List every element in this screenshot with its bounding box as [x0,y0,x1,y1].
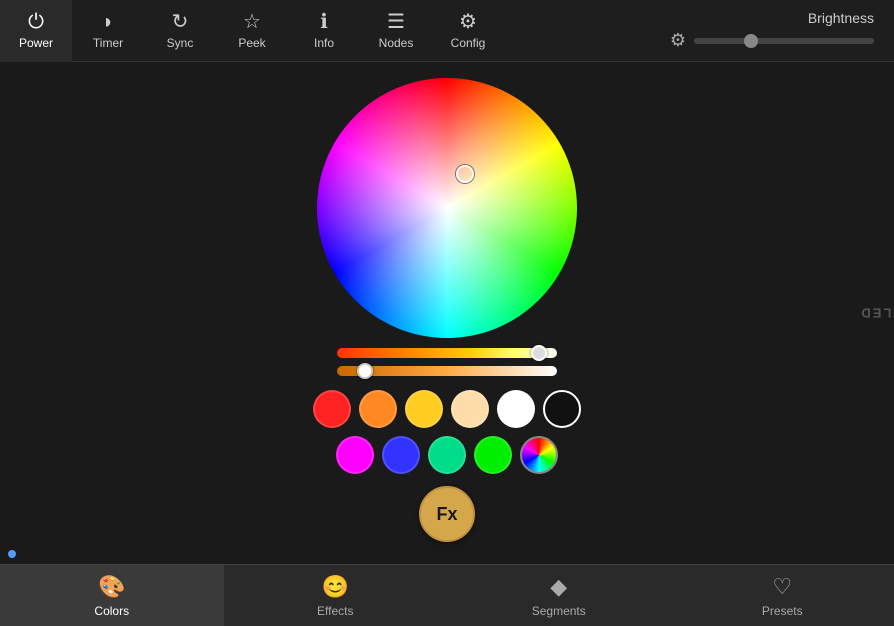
bottom-nav-label-colors: Colors [94,604,129,618]
main-content: Fx [0,62,894,564]
color-wheel-picker[interactable] [456,165,474,183]
swatch-teal[interactable] [428,436,466,474]
nav-item-timer[interactable]: ◗ Timer [72,0,144,62]
nav-item-sync[interactable]: ↻ Sync [144,0,216,62]
nav-label-nodes: Nodes [379,36,414,50]
swatch-orange[interactable] [359,390,397,428]
colors-icon: 🎨 [98,574,125,600]
swatch-red[interactable] [313,390,351,428]
segments-icon: ◆ [550,574,567,600]
effects-icon: 😊 [322,574,349,600]
nav-label-sync: Sync [167,36,194,50]
brightness-slider[interactable] [694,38,874,44]
bottom-nav-presets[interactable]: ♡ Presets [671,565,894,626]
bottom-nav-effects[interactable]: 😊 Effects [224,565,448,626]
sliders-container [337,348,557,376]
dot-indicator [8,550,16,558]
presets-icon: ♡ [772,574,792,600]
bottom-nav-label-effects: Effects [317,604,353,618]
brightness-label: Brightness [808,10,874,26]
swatch-row-1 [313,390,581,428]
nav-label-config: Config [451,36,486,50]
timer-icon: ◗ [102,12,114,32]
info-icon: ℹ [320,12,328,32]
brightness-gear-icon[interactable]: ⚙ [670,30,686,51]
nav-label-power: Power [19,36,53,50]
color-wheel-container[interactable] [317,78,577,338]
nav-item-peek[interactable]: ☆ Peek [216,0,288,62]
bottom-nav-label-segments: Segments [532,604,586,618]
sync-icon: ↻ [172,12,189,32]
brightness-control: Brightness ⚙ [670,10,894,51]
nav-item-nodes[interactable]: ☰ Nodes [360,0,432,62]
config-icon: ⚙ [459,12,477,32]
swatch-white[interactable] [497,390,535,428]
color-temperature-slider[interactable] [337,348,557,358]
swatch-rainbow[interactable] [520,436,558,474]
bottom-navigation: 🎨 Colors 😊 Effects ◆ Segments ♡ Presets [0,564,894,626]
fx-button[interactable]: Fx [419,486,475,542]
nodes-icon: ☰ [387,12,405,32]
swatch-row-2 [313,436,581,474]
nav-label-timer: Timer [93,36,123,50]
bottom-nav-colors[interactable]: 🎨 Colors [0,565,224,626]
brightness-slider-row: ⚙ [670,30,874,51]
top-navigation: ⏻ Power ◗ Timer ↻ Sync ☆ Peek ℹ Info ☰ N… [0,0,894,62]
nav-item-power[interactable]: ⏻ Power [0,0,72,62]
peek-icon: ☆ [243,12,261,32]
swatch-yellow[interactable] [405,390,443,428]
swatch-green[interactable] [474,436,512,474]
bottom-nav-segments[interactable]: ◆ Segments [447,565,671,626]
nav-label-info: Info [314,36,334,50]
fx-button-label: Fx [436,504,457,525]
brightness-row: Brightness ⚙ [670,10,874,51]
nav-label-peek: Peek [238,36,265,50]
swatch-black[interactable] [543,390,581,428]
bottom-nav-label-presets: Presets [762,604,803,618]
white-balance-slider[interactable] [337,366,557,376]
swatch-magenta[interactable] [336,436,374,474]
nav-item-info[interactable]: ℹ Info [288,0,360,62]
power-icon: ⏻ [28,12,44,32]
color-wheel[interactable] [317,78,577,338]
nav-item-config[interactable]: ⚙ Config [432,0,504,62]
swatches-container [313,390,581,474]
swatch-warm-white[interactable] [451,390,489,428]
swatch-blue[interactable] [382,436,420,474]
